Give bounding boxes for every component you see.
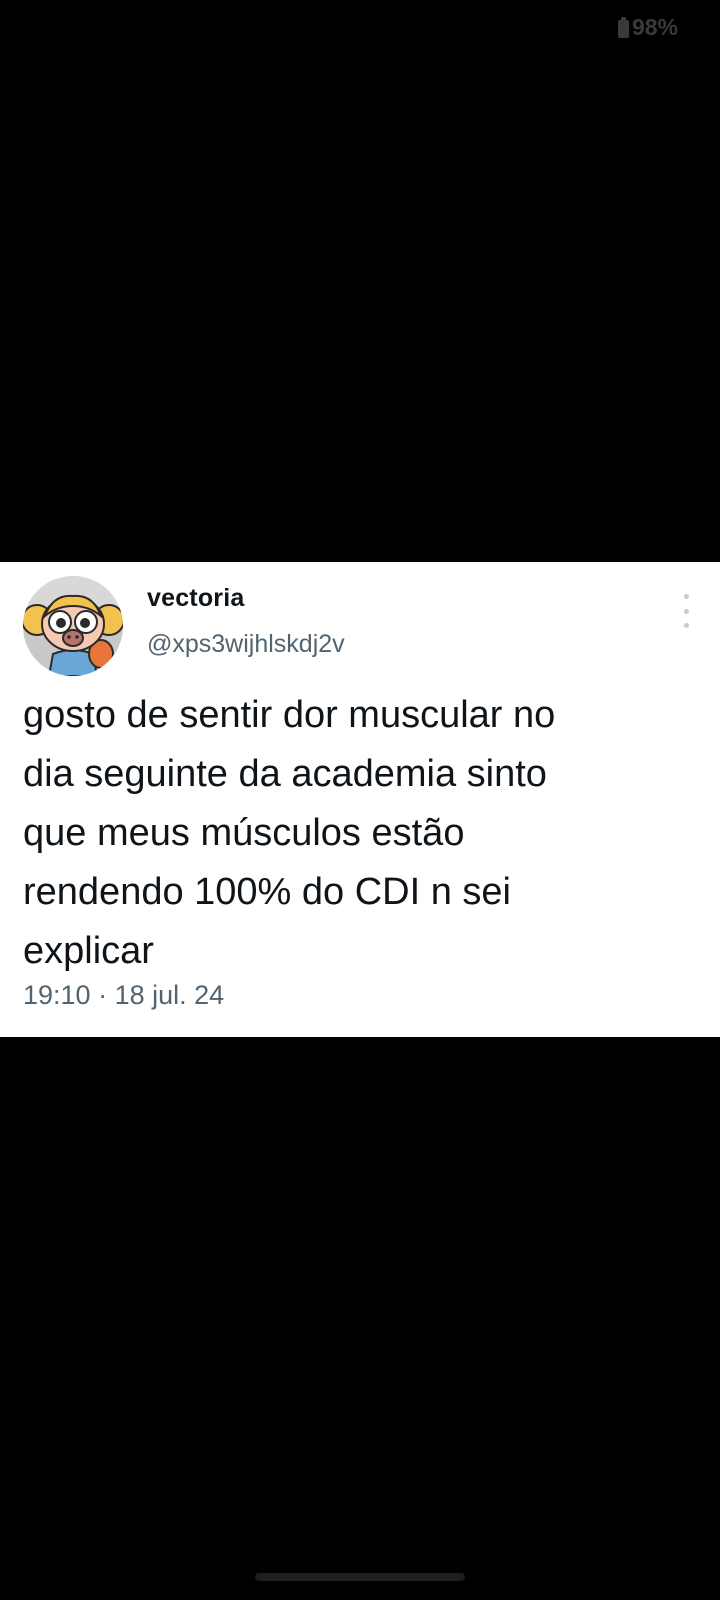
more-options-button[interactable] [676,594,696,628]
cartoon-girl-avatar-icon [23,576,123,676]
tweet-date: 18 jul. 24 [114,980,225,1010]
tweet-card[interactable]: vectoria @xps3wijhlskdj2v gosto de senti… [0,562,720,1037]
status-bar: 98% [0,0,720,56]
home-indicator[interactable] [255,1573,465,1581]
avatar[interactable] [23,576,123,676]
battery-indicator: 98% [617,14,678,41]
tweet-time: 19:10 [23,980,91,1010]
timestamp-separator: · [98,980,108,1010]
battery-percent: 98% [631,14,678,40]
tweet-text: gosto de sentir dor muscular no dia segu… [23,694,556,972]
tweet-timestamp[interactable]: 19:10 · 18 jul. 24 [23,980,224,1011]
display-name[interactable]: vectoria [147,584,245,613]
more-vertical-icon [683,594,689,599]
battery-icon [617,17,629,38]
user-handle[interactable]: @xps3wijhlskdj2v [147,630,345,659]
